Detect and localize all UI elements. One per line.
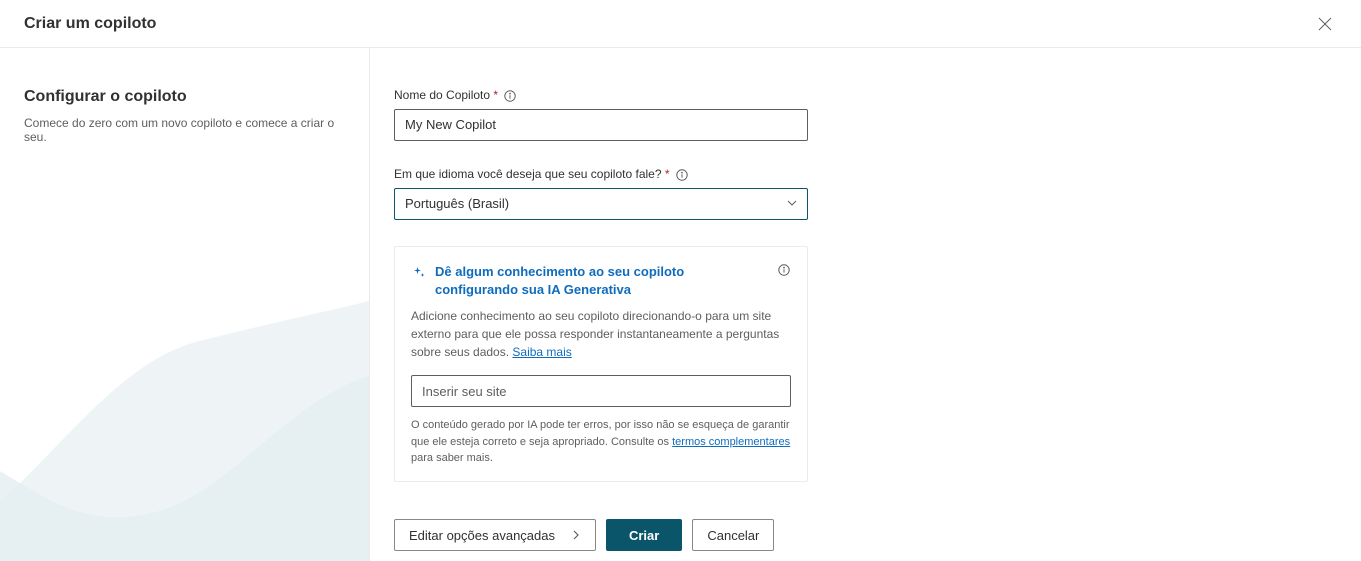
sparkle-icon [411,265,427,281]
sidebar: Configurar o copiloto Comece do zero com… [0,48,370,561]
dialog-header: Criar um copiloto [0,0,1361,48]
sidebar-title: Configurar o copiloto [24,88,345,106]
wave-background [0,301,369,561]
language-select[interactable]: Português (Brasil) [394,188,808,220]
name-label: Nome do Copiloto * [394,88,808,103]
info-icon[interactable] [503,89,517,103]
dialog-title: Criar um copiloto [24,15,156,33]
knowledge-desc-text: Adicione conhecimento ao seu copiloto di… [411,309,779,359]
chevron-right-icon [571,528,581,543]
name-field-group: Nome do Copiloto * [394,88,808,141]
close-button[interactable] [1309,8,1341,40]
language-label-text: Em que idioma você deseja que seu copilo… [394,167,662,181]
language-select-wrapper: Português (Brasil) [394,188,808,220]
main-container: Configurar o copiloto Comece do zero com… [0,48,1361,561]
create-button[interactable]: Criar [606,519,682,551]
form-content: Nome do Copiloto * Em que idioma você de… [370,48,1361,561]
learn-more-link[interactable]: Saiba mais [512,345,571,359]
site-input[interactable] [411,375,791,407]
disclaimer: O conteúdo gerado por IA pode ter erros,… [411,417,791,467]
knowledge-title: Dê algum conhecimento ao seu copiloto co… [435,263,769,299]
language-field-group: Em que idioma você deseja que seu copilo… [394,167,808,220]
sidebar-subtitle: Comece do zero com um novo copiloto e co… [24,116,345,144]
info-icon[interactable] [675,168,689,182]
language-label: Em que idioma você deseja que seu copilo… [394,167,808,182]
name-label-text: Nome do Copiloto [394,88,490,102]
knowledge-header: Dê algum conhecimento ao seu copiloto co… [411,263,791,299]
required-asterisk: * [665,167,670,181]
required-asterisk: * [493,88,498,102]
cancel-button[interactable]: Cancelar [692,519,774,551]
disclaimer-suffix: para saber mais. [411,452,493,464]
knowledge-card: Dê algum conhecimento ao seu copiloto co… [394,246,808,482]
terms-link[interactable]: termos complementares [672,436,790,448]
language-select-value: Português (Brasil) [405,196,509,211]
footer-actions: Editar opções avançadas Criar Cancelar [394,519,774,551]
close-icon [1318,17,1332,31]
name-input[interactable] [394,109,808,141]
info-icon[interactable] [777,263,791,277]
edit-advanced-label: Editar opções avançadas [409,528,555,543]
knowledge-description: Adicione conhecimento ao seu copiloto di… [411,307,791,361]
edit-advanced-button[interactable]: Editar opções avançadas [394,519,596,551]
